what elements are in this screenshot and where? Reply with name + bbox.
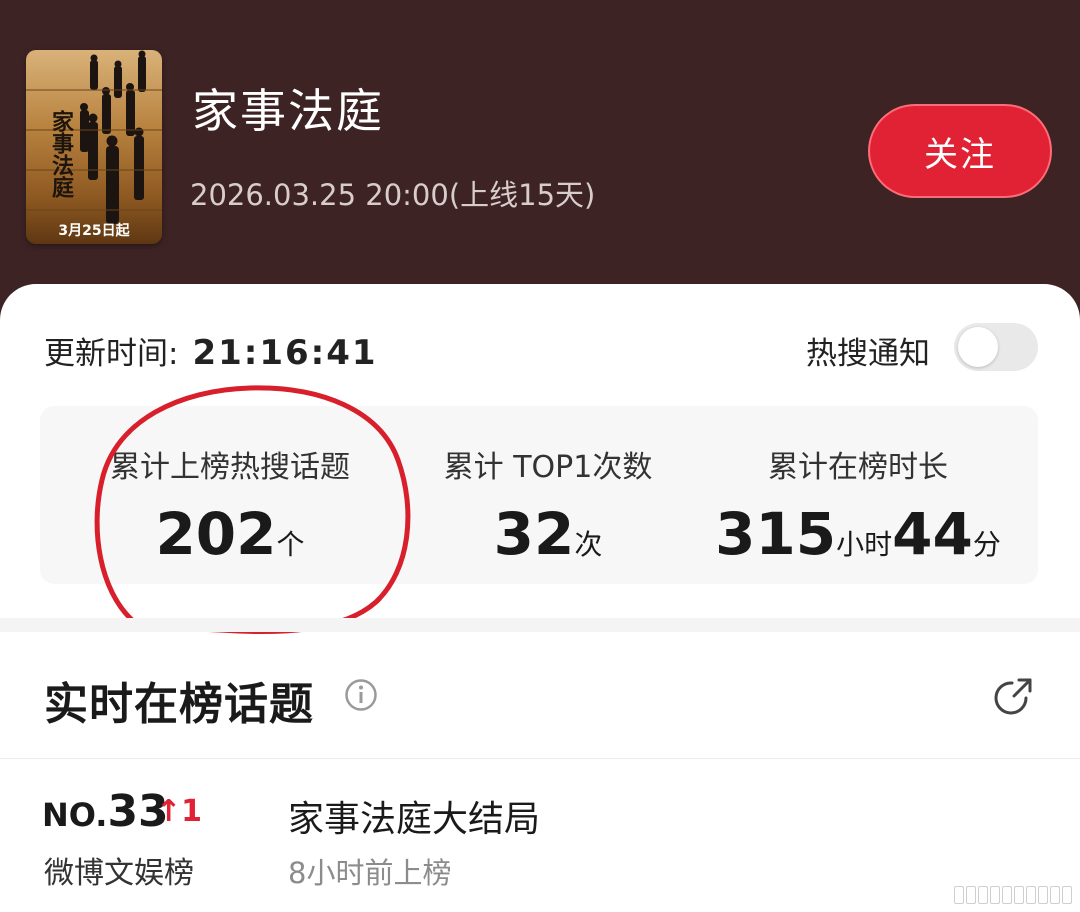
divider: [0, 758, 1080, 759]
show-header: 家事法庭 3月25日起 家事法庭 2026.03.25 20:00(上线15天)…: [0, 0, 1080, 320]
rank-prefix: NO.: [42, 796, 108, 834]
stat-label: 累计上榜热搜话题: [110, 450, 350, 485]
board-name: 微博文娱榜: [44, 856, 194, 891]
update-time-value: 21:16:41: [192, 333, 378, 373]
update-time-label: 更新时间:: [44, 336, 179, 372]
stat-total-duration: 累计在榜时长 315小时44分: [700, 406, 1016, 584]
stat-minutes: 44: [892, 500, 973, 568]
premiere-time: 2026.03.25 20:00(上线15天): [190, 178, 596, 212]
stat-hours-unit: 小时: [836, 528, 893, 561]
toggle-knob: [958, 327, 998, 367]
stats-panel: 累计上榜热搜话题 202个 累计 TOP1次数 32次 累计在榜时长 315小时…: [40, 406, 1038, 584]
stat-unit: 次: [574, 528, 603, 561]
stat-number: 202: [155, 500, 277, 568]
poster-image[interactable]: 家事法庭 3月25日起: [26, 50, 162, 244]
rank-change-badge: ↑1: [156, 794, 203, 829]
section-title: 实时在榜话题: [44, 679, 314, 730]
watermark: [954, 886, 1072, 904]
poster-date: 3月25日起: [58, 223, 130, 239]
stat-label: 累计 TOP1次数: [443, 450, 653, 485]
stat-number: 32: [493, 500, 575, 568]
topic-name-link[interactable]: 家事法庭大结局: [288, 790, 540, 842]
follow-button[interactable]: 关注: [868, 104, 1052, 198]
stat-label: 累计在榜时长: [768, 450, 948, 485]
share-icon[interactable]: [992, 674, 1036, 718]
stat-value: 315小时44分: [700, 500, 1016, 568]
hot-search-notify-toggle[interactable]: [954, 323, 1038, 371]
section-gap: [0, 618, 1080, 632]
poster-title: 家事法庭: [48, 110, 74, 198]
stat-value: 202个: [70, 500, 390, 568]
stat-unit: 个: [276, 528, 305, 561]
stat-top1-count: 累计 TOP1次数 32次: [408, 406, 688, 584]
stat-value: 32次: [408, 500, 688, 568]
hot-search-notify-label: 热搜通知: [806, 336, 930, 372]
topic-rank: NO.33: [42, 786, 169, 837]
stat-minutes-unit: 分: [972, 528, 1001, 561]
info-icon[interactable]: [344, 678, 378, 712]
stat-total-topics: 累计上榜热搜话题 202个: [70, 406, 390, 584]
show-title: 家事法庭: [192, 84, 384, 138]
update-time-row: 更新时间: 21:16:41: [44, 328, 378, 373]
topic-time: 8小时前上榜: [288, 856, 452, 890]
stat-hours: 315: [715, 500, 837, 568]
